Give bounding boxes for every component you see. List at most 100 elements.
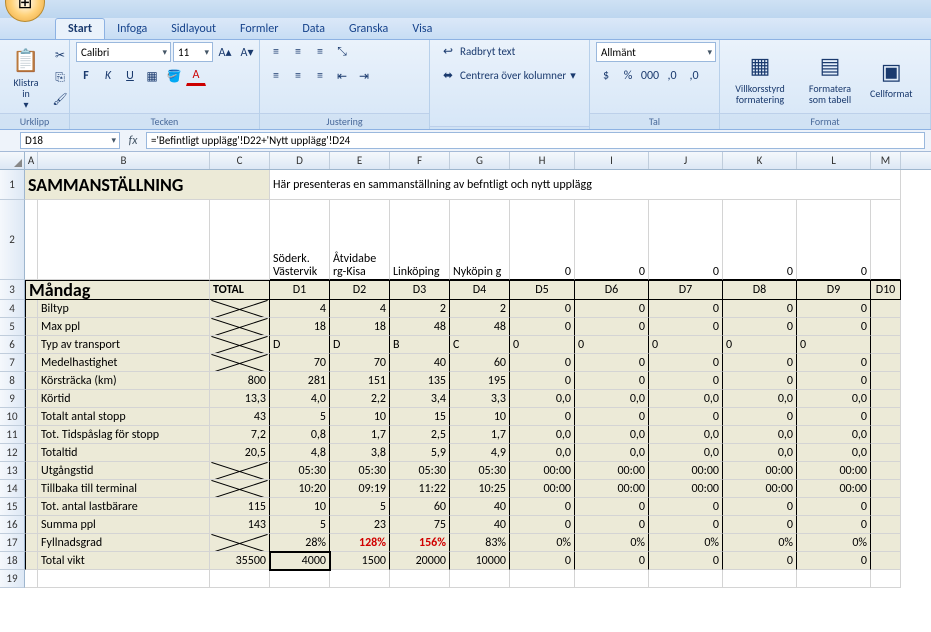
cell[interactable] xyxy=(649,570,723,588)
cell[interactable]: 0 xyxy=(649,318,723,336)
cell[interactable]: 00:00 xyxy=(649,480,723,498)
cell[interactable]: 2 xyxy=(450,300,510,318)
cell[interactable]: 20,5 xyxy=(210,444,270,462)
row-header-9[interactable]: 9 xyxy=(0,390,25,408)
worksheet-grid[interactable]: ABCDEFGHIJKLM 12345678910111213141516171… xyxy=(0,152,931,632)
border-icon[interactable]: ▦ xyxy=(142,66,162,86)
cell[interactable]: 0 xyxy=(649,372,723,390)
cell[interactable]: 20000 xyxy=(390,552,450,570)
cell[interactable]: 0 xyxy=(723,318,797,336)
cell[interactable]: 05:30 xyxy=(330,462,390,480)
grow-font-icon[interactable]: A▴ xyxy=(215,42,235,62)
cell[interactable]: 0,0 xyxy=(797,426,871,444)
cell[interactable]: 4,9 xyxy=(450,444,510,462)
indent-inc-icon[interactable]: ⇥ xyxy=(354,66,374,86)
cell[interactable] xyxy=(210,354,270,372)
cell[interactable]: 0 xyxy=(510,408,575,426)
cell[interactable]: 0 xyxy=(723,516,797,534)
row-header-11[interactable]: 11 xyxy=(0,426,25,444)
cell[interactable]: 10 xyxy=(330,408,390,426)
cell[interactable]: 0 xyxy=(510,200,575,280)
font-color-icon[interactable]: A xyxy=(186,66,206,86)
cell[interactable]: Åtvidabe rg-Kisa xyxy=(330,200,390,280)
cell[interactable]: 4 xyxy=(270,300,330,318)
fill-color-icon[interactable]: 🪣 xyxy=(164,66,184,86)
cell[interactable]: 115 xyxy=(210,498,270,516)
row-header-2[interactable]: 2 xyxy=(0,200,25,280)
tab-formler[interactable]: Formler xyxy=(228,19,290,39)
cell[interactable]: 800 xyxy=(210,372,270,390)
cell[interactable]: 10 xyxy=(270,498,330,516)
cell[interactable]: 0 xyxy=(797,336,871,354)
cell[interactable]: 0 xyxy=(575,300,649,318)
cell[interactable] xyxy=(871,480,901,498)
cell[interactable] xyxy=(871,408,901,426)
cell[interactable]: 11:22 xyxy=(390,480,450,498)
cell[interactable] xyxy=(871,300,901,318)
cell[interactable] xyxy=(871,336,901,354)
tab-sidlayout[interactable]: Sidlayout xyxy=(159,19,228,39)
cell[interactable]: Här presenteras en sammanställning av be… xyxy=(270,170,901,200)
cell[interactable]: 0 xyxy=(797,498,871,516)
percent-icon[interactable]: % xyxy=(618,66,638,86)
cell[interactable]: 0,8 xyxy=(270,426,330,444)
row-header-15[interactable]: 15 xyxy=(0,498,25,516)
cell[interactable]: 0 xyxy=(649,552,723,570)
cell[interactable]: 0 xyxy=(797,372,871,390)
tab-granska[interactable]: Granska xyxy=(337,19,400,39)
cell[interactable]: 4,8 xyxy=(270,444,330,462)
cell[interactable] xyxy=(25,480,38,498)
cell[interactable]: 43 xyxy=(210,408,270,426)
cell[interactable]: 0 xyxy=(649,354,723,372)
cell[interactable]: D xyxy=(270,336,330,354)
cell[interactable]: 0 xyxy=(510,552,575,570)
cell[interactable]: 13,3 xyxy=(210,390,270,408)
cell[interactable] xyxy=(723,570,797,588)
cell[interactable]: 0 xyxy=(575,318,649,336)
format-as-table-button[interactable]: ▤Formatera som tabell xyxy=(798,49,862,107)
cell[interactable]: 0,0 xyxy=(510,390,575,408)
cell[interactable]: 0 xyxy=(575,552,649,570)
cell[interactable] xyxy=(210,534,270,552)
cell[interactable]: Tot. Tidspåslag för stopp xyxy=(38,426,210,444)
cell[interactable]: 48 xyxy=(450,318,510,336)
cell[interactable]: 00:00 xyxy=(797,462,871,480)
row-header-7[interactable]: 7 xyxy=(0,354,25,372)
tab-data[interactable]: Data xyxy=(290,19,337,39)
row-header-14[interactable]: 14 xyxy=(0,480,25,498)
comma-icon[interactable]: 000 xyxy=(640,66,660,86)
cell[interactable] xyxy=(25,552,38,570)
col-header-L[interactable]: L xyxy=(797,152,871,169)
col-header-J[interactable]: J xyxy=(649,152,723,169)
cell[interactable]: 0 xyxy=(723,498,797,516)
cell[interactable]: 3,4 xyxy=(390,390,450,408)
cell[interactable]: 0 xyxy=(649,516,723,534)
cell[interactable] xyxy=(210,462,270,480)
cell[interactable] xyxy=(38,200,210,280)
cell[interactable]: 0 xyxy=(797,516,871,534)
cell[interactable] xyxy=(25,498,38,516)
cell[interactable]: 18 xyxy=(270,318,330,336)
row-header-13[interactable]: 13 xyxy=(0,462,25,480)
cell[interactable]: 4000 xyxy=(270,552,330,570)
cell[interactable]: 5 xyxy=(270,408,330,426)
cell[interactable]: 05:30 xyxy=(390,462,450,480)
cell[interactable]: 0 xyxy=(575,498,649,516)
cell[interactable]: Linköping xyxy=(390,200,450,280)
cell[interactable]: D7 xyxy=(649,280,723,300)
col-header-M[interactable]: M xyxy=(871,152,901,169)
tab-visa[interactable]: Visa xyxy=(400,19,444,39)
cell[interactable]: Söderk. Västervik xyxy=(270,200,330,280)
cell[interactable] xyxy=(871,426,901,444)
cell[interactable] xyxy=(210,318,270,336)
cell[interactable]: 00:00 xyxy=(575,480,649,498)
cell[interactable] xyxy=(871,516,901,534)
row-header-19[interactable]: 19 xyxy=(0,570,25,588)
cell[interactable] xyxy=(25,570,38,588)
cell[interactable]: 05:30 xyxy=(450,462,510,480)
cell[interactable]: 0 xyxy=(575,354,649,372)
cell[interactable]: 0 xyxy=(575,372,649,390)
row-header-6[interactable]: 6 xyxy=(0,336,25,354)
cell[interactable]: 143 xyxy=(210,516,270,534)
align-bottom-icon[interactable]: ≡ xyxy=(310,42,330,62)
